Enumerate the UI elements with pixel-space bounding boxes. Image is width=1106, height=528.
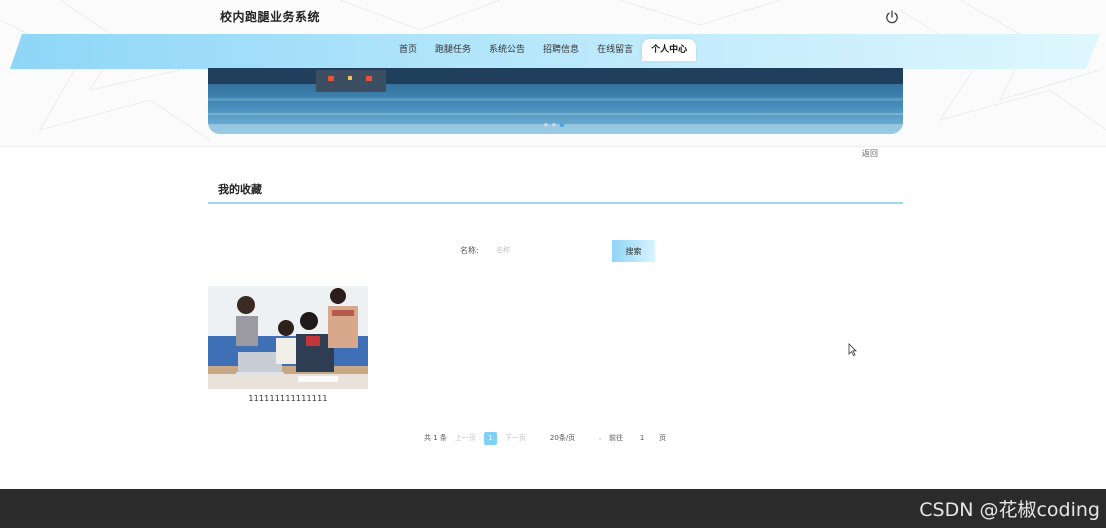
site-title: 校内跑腿业务系统: [220, 10, 321, 24]
nav-item-recruitment[interactable]: 招聘信息: [534, 39, 588, 61]
header-divider: [0, 146, 1106, 147]
banner-dots: [544, 123, 564, 127]
pagination-jump-input[interactable]: [635, 434, 650, 442]
search-input[interactable]: [490, 240, 605, 260]
favorite-card-title: 111111111111111: [248, 394, 328, 403]
pagination-page-unit: 页: [659, 434, 667, 442]
nav-item-messages[interactable]: 在线留言: [588, 39, 642, 61]
watermark: CSDN @花椒coding: [919, 499, 1100, 521]
search-button[interactable]: 搜索: [612, 240, 655, 262]
main-nav: 首页 跑腿任务 系统公告 招聘信息 在线留言 个人中心: [390, 36, 697, 64]
pagination-prev[interactable]: 上一页: [455, 433, 476, 443]
nav-item-errand-tasks[interactable]: 跑腿任务: [426, 39, 480, 61]
pagination-current-page[interactable]: 1: [483, 431, 497, 445]
chevron-down-icon[interactable]: ⌄: [597, 434, 603, 442]
favorite-card[interactable]: 111111111111111: [208, 286, 368, 403]
nav-item-personal-center[interactable]: 个人中心: [642, 39, 697, 61]
pagination-goto-label: 前往: [609, 434, 624, 442]
carousel-dot-2[interactable]: [552, 123, 556, 127]
favorite-card-image[interactable]: [208, 286, 368, 389]
carousel-dot-1[interactable]: [544, 123, 548, 127]
nav-item-home[interactable]: 首页: [390, 39, 426, 61]
pagination-total: 共 1 条: [424, 434, 447, 442]
section-underline: [208, 202, 903, 204]
back-link[interactable]: 返回: [862, 148, 878, 159]
carousel-dot-3[interactable]: [560, 123, 564, 127]
search-label: 名称:: [460, 246, 479, 255]
power-icon[interactable]: [884, 9, 900, 25]
pagination-page-size[interactable]: 20条/页: [550, 433, 575, 443]
section-title: 我的收藏: [218, 183, 262, 196]
mouse-cursor-icon: [848, 343, 857, 356]
pagination: 共 1 条 上一页 1 下一页 20条/页 ⌄ 前往 页: [424, 430, 666, 446]
pagination-next[interactable]: 下一页: [505, 433, 526, 443]
nav-item-announcements[interactable]: 系统公告: [480, 39, 534, 61]
